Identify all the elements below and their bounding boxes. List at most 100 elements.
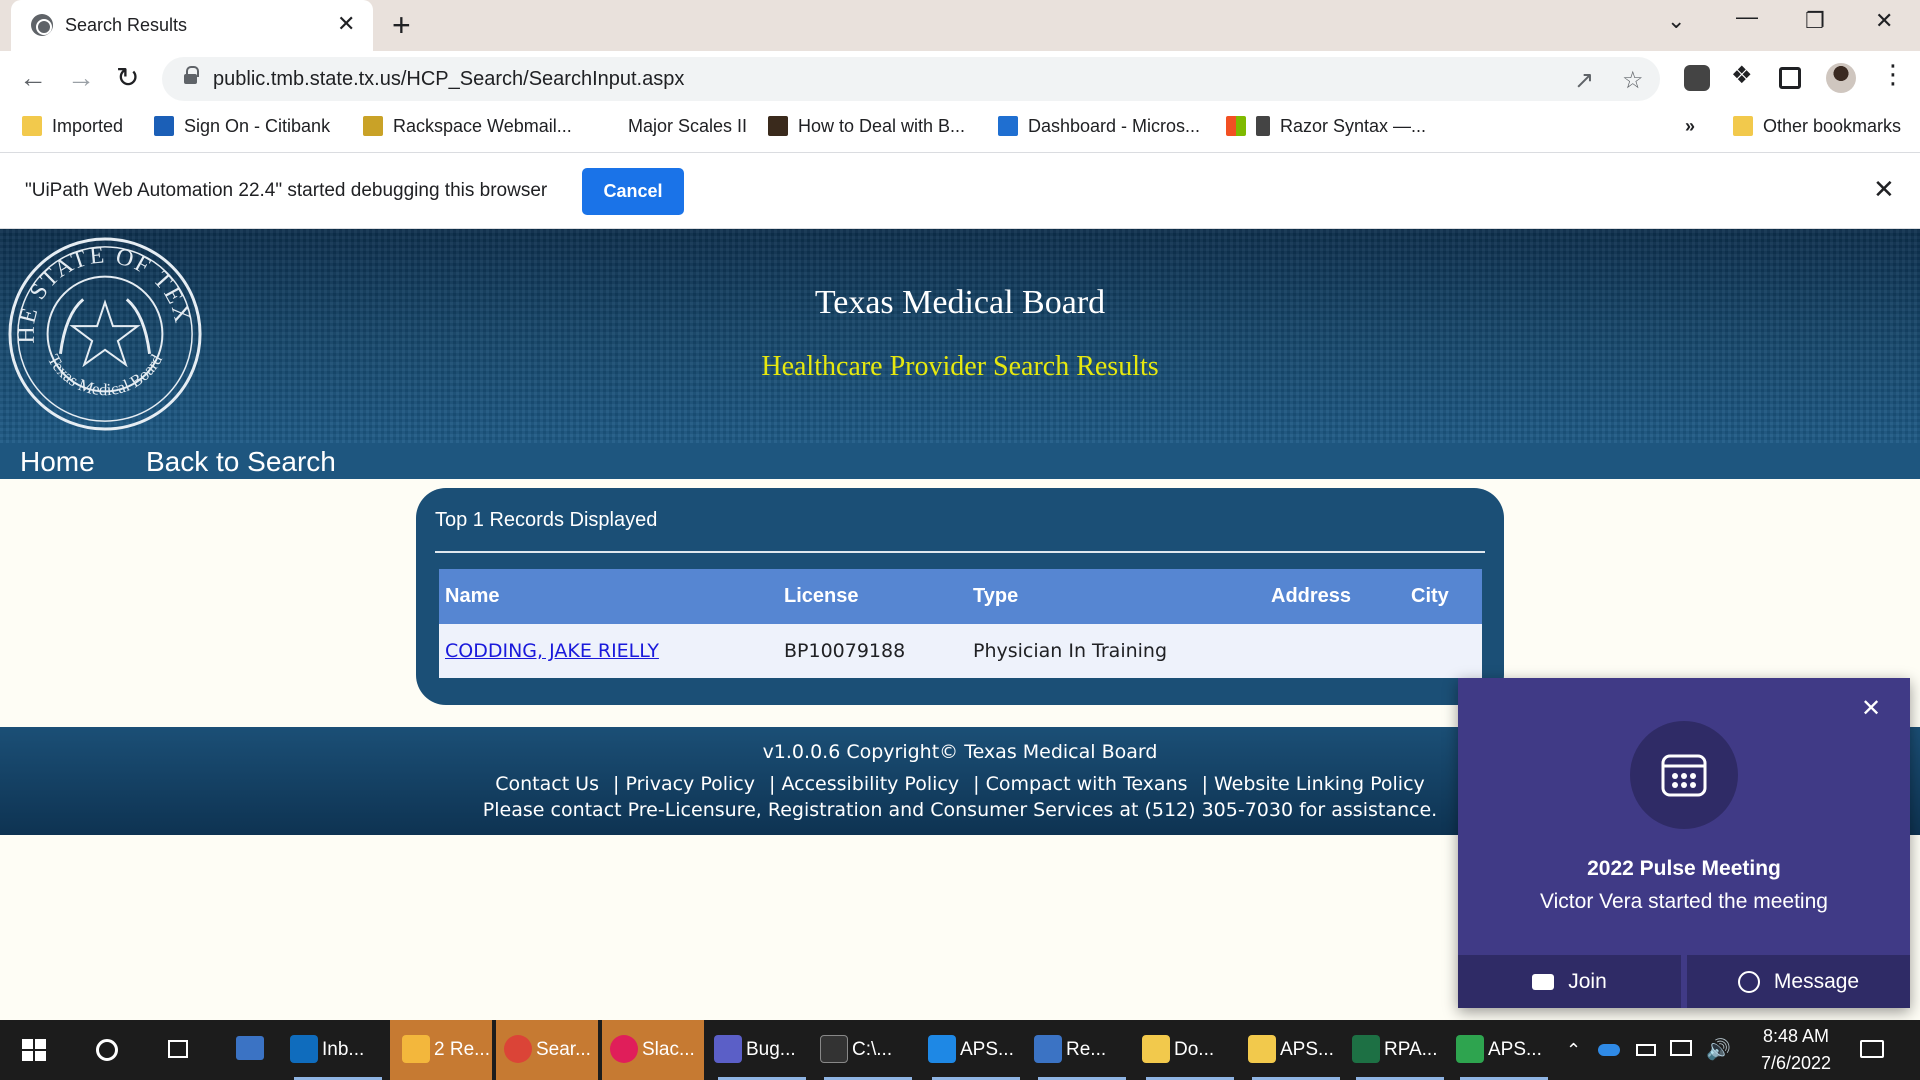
taskbar-aps-folder[interactable]: APS... xyxy=(1248,1020,1344,1080)
bookmarks-overflow-icon[interactable]: » xyxy=(1685,116,1695,144)
cell-city xyxy=(1405,624,1482,678)
bookmark-label: Dashboard - Micros... xyxy=(1028,116,1201,136)
notifications-icon[interactable] xyxy=(1858,1020,1888,1080)
taskbar-excel[interactable]: RPA... xyxy=(1352,1020,1448,1080)
page-icon xyxy=(768,116,788,136)
footer-link-contact-us[interactable]: Contact Us xyxy=(495,773,599,795)
taskbar-label: C:\... xyxy=(852,1039,893,1060)
provider-name-link[interactable]: CODDING, JAKE RIELLY xyxy=(445,640,659,662)
tab-strip: Search Results ✕ + ⌄ — ❐ ✕ xyxy=(0,0,1920,51)
bookmark-razor-syntax[interactable]: Razor Syntax —... xyxy=(1226,116,1426,144)
taskbar-aps-player[interactable]: APS... xyxy=(1456,1020,1552,1080)
bookmark-dashboard[interactable]: Dashboard - Micros... xyxy=(998,116,1200,144)
back-arrow-icon[interactable]: ← xyxy=(19,63,47,93)
clock-date[interactable]: 7/6/2022 xyxy=(1748,1053,1844,1074)
footer-link-website-linking-policy[interactable]: | Website Linking Policy xyxy=(1202,773,1425,795)
volume-icon[interactable]: 🔊 xyxy=(1706,1020,1734,1080)
folder-icon xyxy=(22,116,42,136)
cancel-debugging-button[interactable]: Cancel xyxy=(582,168,684,215)
calendar-icon xyxy=(1661,754,1707,797)
column-header-type[interactable]: Type xyxy=(967,569,1265,624)
taskbar-teams[interactable]: Bug... xyxy=(714,1020,810,1080)
taskbar-terminal[interactable]: C:\... xyxy=(820,1020,916,1080)
network-icon[interactable] xyxy=(1668,1020,1696,1080)
column-header-license[interactable]: License xyxy=(778,569,967,624)
tray-chevron-up-icon[interactable]: ⌃ xyxy=(1566,1020,1584,1080)
taskbar-reminders[interactable]: 2 Re... xyxy=(390,1020,492,1080)
pinned-app-icon[interactable] xyxy=(232,1020,272,1080)
cell-license: BP10079188 xyxy=(778,624,967,678)
microsoft-icon xyxy=(1226,116,1246,136)
footer-link-privacy-policy[interactable]: | Privacy Policy xyxy=(613,773,755,795)
bookmark-imported[interactable]: Imported xyxy=(22,116,123,144)
bookmarks-bar: Imported Sign On - Citibank Rackspace We… xyxy=(0,108,1920,153)
new-tab-button[interactable]: + xyxy=(392,8,411,42)
minimize-button[interactable]: — xyxy=(1736,4,1758,30)
clock-time[interactable]: 8:48 AM xyxy=(1756,1026,1836,1047)
bookmark-rackspace[interactable]: Rackspace Webmail... xyxy=(363,116,572,144)
table-header-row: Name License Type Address City xyxy=(439,569,1482,624)
column-header-address[interactable]: Address xyxy=(1265,569,1405,624)
taskbar-outlook[interactable]: Inb... xyxy=(290,1020,386,1080)
tab-close-icon[interactable]: ✕ xyxy=(337,11,355,37)
globe-icon xyxy=(31,14,53,36)
forward-arrow-icon[interactable]: → xyxy=(67,63,95,93)
windows-start-icon[interactable] xyxy=(22,1020,52,1080)
taskbar-label: APS... xyxy=(960,1039,1014,1060)
battery-icon[interactable] xyxy=(1634,1020,1660,1080)
toast-title: 2022 Pulse Meeting xyxy=(1587,857,1781,880)
meeting-notification-toast: ✕ 2022 Pulse Meeting Victor Vera started… xyxy=(1458,678,1910,1008)
window-close-button[interactable]: ✕ xyxy=(1875,8,1893,34)
message-button[interactable]: Message xyxy=(1687,955,1910,1008)
taskbar-documents[interactable]: Do... xyxy=(1142,1020,1238,1080)
reload-icon[interactable]: ↻ xyxy=(116,63,139,93)
nav-back-to-search-link[interactable]: Back to Search xyxy=(146,446,336,478)
share-icon[interactable]: ↗ xyxy=(1574,66,1594,95)
bookmark-how-to-deal[interactable]: How to Deal with B... xyxy=(768,116,965,144)
debugging-infobar: "UiPath Web Automation 22.4" started deb… xyxy=(0,153,1920,229)
side-panel-icon[interactable] xyxy=(1779,67,1801,89)
column-header-name[interactable]: Name xyxy=(439,569,778,624)
taskbar-chrome[interactable]: Sear... xyxy=(496,1020,598,1080)
url-text[interactable]: public.tmb.state.tx.us/HCP_Search/Search… xyxy=(213,68,684,91)
address-bar[interactable]: public.tmb.state.tx.us/HCP_Search/Search… xyxy=(162,57,1660,101)
infobar-message: "UiPath Web Automation 22.4" started deb… xyxy=(25,180,548,201)
pen-icon xyxy=(1256,116,1270,136)
toast-close-icon[interactable]: ✕ xyxy=(1861,694,1881,723)
column-header-city[interactable]: City xyxy=(1405,569,1482,624)
bookmark-major-scales[interactable]: Major Scales II xyxy=(598,116,747,144)
bookmark-citibank[interactable]: Sign On - Citibank xyxy=(154,116,330,144)
taskbar-remote[interactable]: Re... xyxy=(1034,1020,1130,1080)
site-title: Texas Medical Board xyxy=(814,284,1106,321)
onedrive-cloud-icon[interactable] xyxy=(1596,1020,1622,1080)
profile-avatar[interactable] xyxy=(1826,63,1856,93)
taskbar-label: Slac... xyxy=(642,1039,695,1060)
mail-icon xyxy=(363,116,383,136)
tab-search-icon[interactable]: ⌄ xyxy=(1667,8,1685,34)
puzzle-icon[interactable]: ❖ xyxy=(1731,61,1757,89)
taskbar-label: Sear... xyxy=(536,1039,591,1060)
chat-bubble-icon xyxy=(1737,971,1760,993)
join-meeting-button[interactable]: Join xyxy=(1458,955,1681,1008)
search-circle-icon[interactable] xyxy=(94,1020,124,1080)
calendar-icon-badge xyxy=(1630,721,1738,829)
nav-home-link[interactable]: Home xyxy=(20,446,95,478)
taskbar-label: APS... xyxy=(1488,1039,1542,1060)
infobar-close-icon[interactable]: ✕ xyxy=(1873,174,1895,205)
texas-seal-logo: THE STATE OF TEXAS Texas Medical Board xyxy=(6,235,202,431)
taskbar-slack[interactable]: Slac... xyxy=(602,1020,704,1080)
extension-uipath-icon[interactable] xyxy=(1684,65,1710,91)
s-icon xyxy=(928,1035,956,1063)
browser-tab[interactable]: Search Results ✕ xyxy=(11,0,373,51)
footer-link-accessibility-policy[interactable]: | Accessibility Policy xyxy=(769,773,959,795)
slack-icon xyxy=(610,1035,638,1063)
other-bookmarks[interactable]: Other bookmarks xyxy=(1733,116,1901,144)
star-icon[interactable]: ☆ xyxy=(1622,66,1644,95)
site-nav-bar: Home Back to Search xyxy=(0,443,1920,479)
restore-button[interactable]: ❐ xyxy=(1805,8,1825,34)
lock-icon[interactable] xyxy=(184,66,199,86)
taskbar-aps-1[interactable]: APS... xyxy=(928,1020,1024,1080)
footer-link-compact-with-texans[interactable]: | Compact with Texans xyxy=(973,773,1187,795)
task-view-icon[interactable] xyxy=(164,1020,198,1080)
menu-kebab-icon[interactable]: ⋮ xyxy=(1880,59,1906,89)
